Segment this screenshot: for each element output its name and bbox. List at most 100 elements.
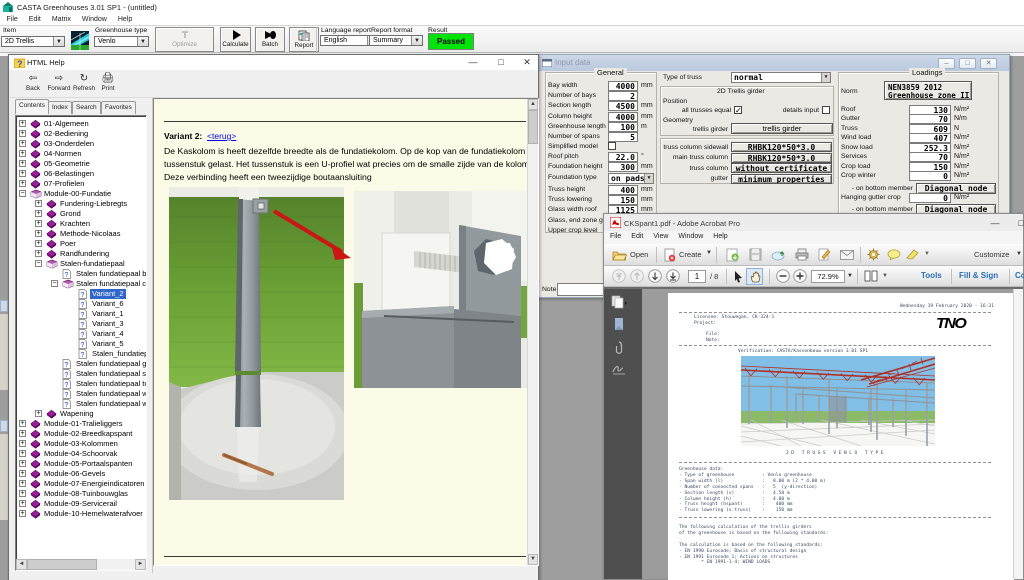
tree-expand-toggle[interactable]: + (19, 510, 26, 517)
type-of-truss-arrow[interactable]: ▼ (821, 73, 830, 82)
tree-item-05-geometrie[interactable]: +05-Geometrie (16, 159, 146, 169)
optimize-button[interactable]: Optimize (155, 27, 214, 52)
back-button[interactable]: ⇦Back (26, 73, 40, 92)
main-truss-column-button[interactable]: RHBK120*50*3.0 (731, 153, 832, 163)
main-menu-window[interactable]: Window (77, 14, 111, 25)
item-combobox[interactable]: 2D Trellis ▼ (1, 36, 65, 47)
comment-button[interactable]: Co (1015, 271, 1024, 280)
tree-expand-toggle[interactable]: + (19, 140, 26, 147)
tree-item-stalen-fundatiepaal[interactable]: −Stalen-fundatiepaal (16, 259, 146, 269)
tree-expand-toggle[interactable]: + (19, 430, 26, 437)
tree-expand-toggle[interactable]: + (19, 130, 26, 137)
hanging-gutter-crop-field[interactable]: 0 (909, 193, 951, 203)
tree-item-06-belastingen[interactable]: +06-Belastingen (16, 169, 146, 179)
tree-item-module-08-tuinbouwglas[interactable]: +Module-08-Tuinbouwglas (16, 489, 146, 499)
acrobat-maximize-button[interactable]: □ (1015, 218, 1024, 228)
tree-item-module-02-breedkapspant[interactable]: +Module-02-Breedkapspant (16, 429, 146, 439)
tree-item-stalen-fundatiepaal-bout[interactable]: ?Stalen fundatiepaal bout (16, 269, 146, 279)
first-page-icon[interactable] (612, 269, 626, 283)
tree-item-variant-2[interactable]: ?Variant_2 (16, 289, 146, 299)
tree-item-module-04-schoorvak[interactable]: +Module-04-Schoorvak (16, 449, 146, 459)
report-button[interactable]: Report (289, 27, 319, 52)
all-trusses-equal-checkbox[interactable]: ✓ (734, 106, 742, 114)
page-number-box[interactable]: 1 (688, 270, 706, 283)
tree-item-module-00-fundatie[interactable]: −Module-00-Fundatie (16, 189, 146, 199)
input-close-button[interactable]: ✕ (980, 58, 997, 69)
print-button[interactable]: 🖨Print (102, 73, 115, 92)
tree-horizontal-scrollbar[interactable]: ◄ ► (16, 559, 146, 570)
input-maximize-button[interactable]: □ (959, 58, 976, 69)
crop-load-field[interactable]: 150 (909, 162, 951, 172)
truss-column-button[interactable]: without certificate (731, 163, 832, 173)
bay-width-field[interactable]: 4000 (608, 81, 638, 91)
tree-expand-toggle[interactable]: + (19, 180, 26, 187)
roof-field[interactable]: 130 (909, 105, 951, 115)
tree-expand-toggle[interactable]: + (35, 250, 42, 257)
tree-item-module-07-energieindicatoren[interactable]: +Module-07-Energieindicatoren (16, 479, 146, 489)
tab-index[interactable]: Index (48, 101, 72, 114)
save-icon[interactable] (749, 248, 762, 261)
signature-icon[interactable] (612, 363, 626, 375)
greenhouse-type-arrow[interactable]: ▼ (137, 37, 148, 46)
tree-expand-toggle[interactable]: + (19, 450, 26, 457)
tree-expand-toggle[interactable]: + (19, 440, 26, 447)
truss-height-field[interactable]: 400 (608, 185, 638, 195)
scroll-left-button[interactable]: ◄ (16, 559, 27, 570)
zoom-out-icon[interactable] (776, 269, 790, 283)
tools-button[interactable]: Tools (921, 271, 942, 280)
help-maximize-button[interactable]: □ (495, 57, 507, 67)
gutter-button[interactable]: minimum properties (731, 174, 832, 184)
wind-load-field[interactable]: 407 (909, 133, 951, 143)
tree-expand-toggle[interactable]: + (19, 460, 26, 467)
tree-item-07-profielen[interactable]: +07-Profielen (16, 179, 146, 189)
tree-expand-toggle[interactable]: + (19, 470, 26, 477)
tree-item-methode-nicolaas[interactable]: +Methode-Nicolaas (16, 229, 146, 239)
acrobat-menu-file[interactable]: File (606, 231, 625, 243)
calculate-button[interactable]: Calculate (220, 27, 251, 52)
report-format-arrow[interactable]: ▼ (411, 36, 422, 45)
simplified-model-checkbox[interactable] (608, 142, 616, 150)
help-minimize-button[interactable]: — (467, 57, 479, 67)
terug-link[interactable]: <terug> (207, 131, 236, 141)
refresh-button[interactable]: ↻Refresh (73, 73, 95, 92)
zoom-in-icon[interactable] (793, 269, 807, 283)
tree-item-poer[interactable]: +Poer (16, 239, 146, 249)
tree-expand-toggle[interactable]: + (19, 160, 26, 167)
tree-expand-toggle[interactable]: + (35, 240, 42, 247)
number-of-spans-field[interactable]: 5 (608, 132, 638, 142)
edit-page-icon[interactable] (818, 248, 831, 261)
tree-item-variant-6[interactable]: ?Variant_6 (16, 299, 146, 309)
tree-expand-toggle[interactable]: + (19, 480, 26, 487)
view-options-arrow[interactable]: ▼ (882, 273, 888, 279)
share-cloud-icon[interactable] (771, 248, 786, 261)
tree-expand-toggle[interactable]: + (35, 200, 42, 207)
item-combobox-arrow[interactable]: ▼ (53, 37, 64, 46)
tree-item-module-03-kolommen[interactable]: +Module-03-Kolommen (16, 439, 146, 449)
scroll-right-button[interactable]: ► (135, 559, 146, 570)
tree-expand-toggle[interactable]: + (19, 150, 26, 157)
main-menu-help[interactable]: Help (113, 14, 136, 25)
tree-expand-toggle[interactable]: + (35, 410, 42, 417)
tree-item-stalen-fundatiepaal-contro[interactable]: −Stalen fundatiepaal contro (16, 279, 146, 289)
help-titlebar[interactable]: ? HTML Help — □ ✕ (9, 55, 538, 70)
truss-field[interactable]: 609 (909, 124, 951, 134)
truss-lowering-field[interactable]: 150 (608, 195, 638, 205)
snow-load-field[interactable]: 252.3 (909, 143, 951, 153)
open-folder-icon[interactable] (612, 249, 627, 261)
tree-item-stalen-fundatiepaal-select[interactable]: ?Stalen fundatiepaal select (16, 369, 146, 379)
forward-button[interactable]: ⇨Forward (47, 73, 70, 92)
main-menu-matrix[interactable]: Matrix (47, 14, 75, 25)
bookmarks-icon[interactable] (613, 317, 625, 331)
tree-expand-toggle[interactable]: − (19, 190, 26, 197)
email-icon[interactable] (840, 250, 854, 260)
gear-icon[interactable] (867, 248, 880, 261)
tab-contents[interactable]: Contents (15, 99, 49, 114)
tree-item-randfundering[interactable]: +Randfundering (16, 249, 146, 259)
page-thumbnails-icon[interactable] (611, 295, 627, 310)
tree-item-variant-5[interactable]: ?Variant_5 (16, 339, 146, 349)
attachments-icon[interactable] (614, 341, 624, 355)
page-fit-icon[interactable] (864, 270, 878, 282)
tree-item-stalen-fundatiepaal-gester[interactable]: ?Stalen fundatiepaal gester (16, 359, 146, 369)
tree-expand-toggle[interactable]: + (19, 120, 26, 127)
tree-expand-toggle[interactable]: + (19, 420, 26, 427)
